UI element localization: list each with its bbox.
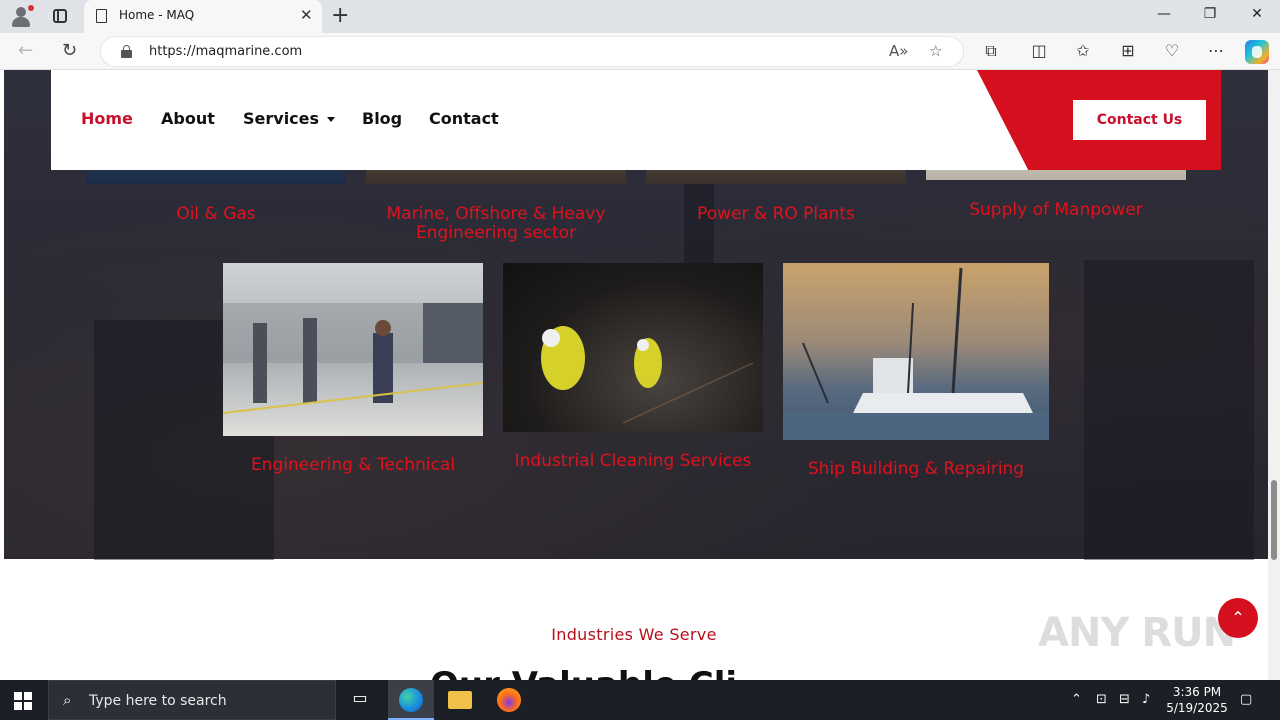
page-viewport: Oil & Gas Marine, Offshore & Heavy Engin… [0,70,1280,680]
browser-tab-home[interactable]: Home - MAQ ✕ [84,0,322,33]
maximize-icon[interactable]: ❐ [1200,6,1220,22]
task-view-icon[interactable]: ▭ [348,688,372,712]
collections-icon[interactable]: ⊞ [1117,41,1139,60]
caret-down-icon [327,117,336,122]
clients-heading: Our Valuable Cli... [430,665,776,680]
shipbuilding-image[interactable] [783,263,1049,440]
address-toolbar: ← ↻ https://maqmarine.com A» ☆ ⧉ ◫ ✩ ⊞ ♡… [0,33,1280,70]
minimize-icon[interactable]: — [1154,6,1174,22]
tab-title: Home - MAQ [119,8,195,22]
cleaning-illustration [541,326,754,424]
volume-icon[interactable]: ♪ [1142,692,1150,707]
page-scrollbar[interactable] [1268,70,1280,680]
nav-about[interactable]: About [161,109,215,128]
watermark-logo: ANY RUN [1038,610,1236,656]
service-title-oil-gas[interactable]: Oil & Gas [86,205,346,224]
site-header: Home About Services Blog Contact Contact… [51,70,1221,170]
taskbar-clock[interactable]: 3:36 PM 5/19/2025 [1162,684,1232,716]
search-placeholder: Type here to search [89,693,227,709]
service-title-power[interactable]: Power & RO Plants [646,205,906,224]
clock-date: 5/19/2025 [1166,701,1228,715]
windows-start-icon[interactable] [14,692,32,710]
extensions-icon[interactable]: ⧉ [980,41,1002,61]
windows-taskbar: ⌕ Type here to search ▭ ⌃ ⊡ ⊟ ♪ 3:36 PM … [0,680,1280,720]
service-title-engineering[interactable]: Engineering & Technical [223,456,483,475]
address-bar[interactable]: https://maqmarine.com A» ☆ [100,36,964,67]
nav-services-label: Services [243,109,320,128]
service-title-manpower[interactable]: Supply of Manpower [926,201,1186,220]
notification-icon[interactable]: ▢ [1240,692,1252,707]
url-text[interactable]: https://maqmarine.com [149,44,302,59]
taskbar-search[interactable]: ⌕ Type here to search [48,680,336,720]
tray-chevron-icon[interactable]: ⌃ [1071,692,1082,707]
favorite-icon[interactable]: ☆ [929,42,942,60]
arrow-up-icon[interactable]: ⌃ [1218,598,1258,638]
network-icon[interactable]: ⊟ [1119,692,1130,707]
nav-home[interactable]: Home [81,109,133,128]
contact-us-button[interactable]: Contact Us [1073,100,1206,140]
split-screen-icon[interactable]: ◫ [1028,41,1050,60]
read-aloud-icon[interactable]: A» [889,42,908,60]
more-icon[interactable]: ⋯ [1205,41,1227,60]
edge-icon[interactable] [399,688,423,712]
background-silhouette [1084,260,1254,560]
nav-contact[interactable]: Contact [429,109,499,128]
service-title-shipbuilding[interactable]: Ship Building & Repairing [783,460,1049,479]
profile-icon[interactable] [10,5,34,27]
tabs-icon[interactable] [53,9,67,23]
browser-tab-bar: Home - MAQ ✕ + — ❐ ✕ [0,0,1280,33]
lock-icon[interactable] [121,45,132,58]
service-title-marine[interactable]: Marine, Offshore & Heavy Engineering sec… [366,205,626,243]
ship-illustration [783,267,1049,440]
window-close-icon[interactable]: ✕ [1247,6,1267,22]
favorites-icon[interactable]: ✩ [1072,41,1094,60]
clock-time: 3:36 PM [1172,685,1222,699]
new-tab-icon[interactable]: + [331,3,349,28]
tray-meet-icon[interactable]: ⊡ [1096,692,1107,707]
engineering-illustration [223,303,483,414]
scrollbar-thumb[interactable] [1271,480,1277,560]
back-icon[interactable]: ← [18,40,33,61]
copilot-icon[interactable] [1245,40,1269,64]
search-icon: ⌕ [63,691,72,709]
close-icon[interactable]: ✕ [300,6,313,24]
engineering-image[interactable] [223,263,483,436]
nav-blog[interactable]: Blog [362,109,402,128]
document-icon [96,9,107,23]
browser-essentials-icon[interactable]: ♡ [1161,41,1183,60]
firefox-icon[interactable] [497,688,521,712]
service-title-cleaning[interactable]: Industrial Cleaning Services [503,452,763,471]
refresh-icon[interactable]: ↻ [62,40,77,61]
file-explorer-icon[interactable] [448,691,472,709]
industrial-cleaning-image[interactable] [503,263,763,432]
nav-services[interactable]: Services [243,109,336,128]
